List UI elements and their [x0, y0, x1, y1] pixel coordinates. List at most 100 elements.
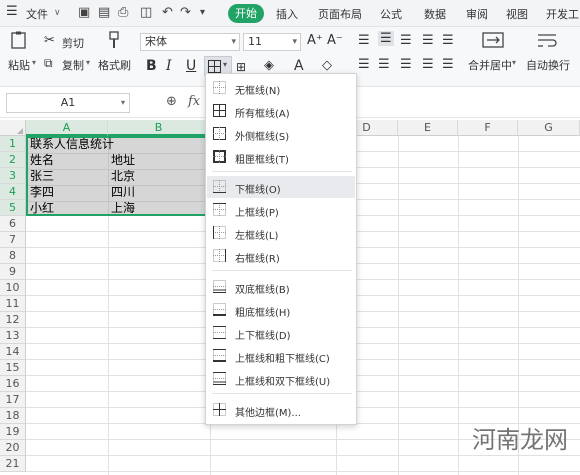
merge-dropdown-icon[interactable]: ▾ [512, 58, 516, 67]
row-header-15[interactable]: 15 [0, 360, 26, 376]
row-header-7[interactable]: 7 [0, 232, 26, 248]
cell-b3[interactable]: 北京 [111, 168, 135, 184]
align-left-icon[interactable]: ☰ [358, 57, 370, 72]
row-header-17[interactable]: 17 [0, 392, 26, 408]
tab-review[interactable]: 审阅 [466, 6, 488, 22]
row-header-14[interactable]: 14 [0, 344, 26, 360]
wrap-text-icon[interactable] [536, 31, 558, 49]
font-family-select[interactable]: 宋体 ▾ [140, 33, 240, 51]
align-justify-icon[interactable]: ☰ [422, 33, 434, 48]
column-header-b[interactable]: B [108, 120, 210, 136]
row-header-1[interactable]: 1 [0, 136, 26, 152]
align-top-icon[interactable]: ☰ [358, 33, 370, 48]
zoom-icon[interactable]: ⊕ [166, 94, 177, 109]
row-header-4[interactable]: 4 [0, 184, 26, 200]
tab-formulas[interactable]: 公式 [380, 6, 402, 22]
select-all-corner[interactable] [0, 120, 26, 136]
row-header-8[interactable]: 8 [0, 248, 26, 264]
chevron-down-icon[interactable]: ∨ [54, 8, 61, 18]
copy-button[interactable]: 复制 [62, 57, 84, 73]
copy-dropdown-icon[interactable]: ▾ [86, 58, 90, 67]
cell-b2[interactable]: 地址 [111, 152, 135, 168]
underline-icon[interactable]: U [186, 58, 196, 74]
menu-item-bottom-border[interactable]: 下框线(O) [207, 176, 355, 198]
tab-view[interactable]: 视图 [506, 6, 528, 22]
font-color-icon[interactable]: A [294, 58, 304, 74]
align-center-icon[interactable]: ☰ [378, 57, 390, 72]
italic-icon[interactable]: I [166, 58, 172, 74]
align-middle-icon[interactable]: ☰ [378, 31, 394, 46]
undo-icon[interactable]: ↶ [162, 5, 173, 20]
cell-a4[interactable]: 李四 [30, 184, 54, 200]
row-header-13[interactable]: 13 [0, 328, 26, 344]
file-menu[interactable]: 文件 [26, 6, 48, 22]
row-header-5[interactable]: 5 [0, 200, 26, 216]
menu-item-top-and-double-bottom-border[interactable]: 上框线和双下框线(U) [207, 368, 355, 390]
cell-a5[interactable]: 小红 [30, 200, 54, 216]
indent-icon[interactable]: ☰ [442, 33, 454, 48]
align-bottom-icon[interactable]: ☰ [400, 33, 412, 48]
menu-item-no-border[interactable]: 无框线(N) [207, 77, 355, 99]
menu-item-all-borders[interactable]: 所有框线(A) [207, 100, 355, 122]
wrap-text-button[interactable]: 自动换行 [526, 57, 570, 73]
name-box[interactable]: A1 ▾ [6, 93, 130, 113]
format-painter-button[interactable]: 格式刷 [98, 57, 131, 73]
menu-item-thick-bottom-border[interactable]: 粗底框线(H) [207, 299, 355, 321]
row-header-2[interactable]: 2 [0, 152, 26, 168]
menu-item-double-bottom-border[interactable]: 双底框线(B) [207, 276, 355, 298]
tab-home[interactable]: 开始 [228, 4, 264, 23]
tab-developer[interactable]: 开发工 [546, 6, 579, 22]
row-header-19[interactable]: 19 [0, 424, 26, 440]
cell-a2[interactable]: 姓名 [30, 152, 54, 168]
tab-page-layout[interactable]: 页面布局 [318, 6, 362, 22]
column-header-e[interactable]: E [398, 120, 458, 136]
merge-center-button[interactable]: 合并居中 [468, 57, 512, 73]
menu-item-right-border[interactable]: 右框线(R) [207, 245, 355, 267]
export-icon[interactable]: ▤ [98, 5, 110, 20]
increase-font-icon[interactable]: A⁺ [307, 33, 323, 48]
row-header-12[interactable]: 12 [0, 312, 26, 328]
quick-access-more-icon[interactable]: ▾ [200, 7, 205, 18]
decrease-font-icon[interactable]: A⁻ [327, 33, 343, 48]
fill-color-icon[interactable]: ◈ [264, 58, 274, 73]
merge-center-icon[interactable] [482, 31, 504, 49]
row-header-9[interactable]: 9 [0, 264, 26, 280]
fx-icon[interactable]: fx [188, 94, 200, 109]
align-right-icon[interactable]: ☰ [400, 57, 412, 72]
column-header-a[interactable]: A [26, 120, 108, 136]
menu-item-left-border[interactable]: 左框线(L) [207, 222, 355, 244]
column-header-g[interactable]: G [518, 120, 580, 136]
menu-item-top-and-bottom-border[interactable]: 上下框线(D) [207, 322, 355, 344]
cell-a1[interactable]: 联系人信息统计 [30, 136, 114, 152]
save-icon[interactable]: ▣ [78, 5, 90, 20]
row-header-20[interactable]: 20 [0, 440, 26, 456]
tab-insert[interactable]: 插入 [276, 6, 298, 22]
outdent-icon[interactable]: ☰ [442, 57, 454, 72]
menu-item-more-borders[interactable]: 其他边框(M)... [207, 399, 355, 421]
row-header-11[interactable]: 11 [0, 296, 26, 312]
clear-format-icon[interactable]: ◇ [322, 58, 332, 73]
row-header-21[interactable]: 21 [0, 456, 26, 472]
format-painter-icon[interactable] [103, 31, 125, 49]
menu-item-outside-borders[interactable]: 外侧框线(S) [207, 123, 355, 145]
cell-a3[interactable]: 张三 [30, 168, 54, 184]
fill-pattern-icon[interactable]: ⊞ [236, 60, 246, 74]
redo-icon[interactable]: ↷ [180, 5, 191, 20]
cut-button[interactable]: 剪切 [62, 35, 84, 51]
hamburger-icon[interactable]: ☰ [6, 4, 18, 19]
font-size-select[interactable]: 11 ▾ [243, 33, 301, 51]
column-header-f[interactable]: F [458, 120, 518, 136]
row-header-6[interactable]: 6 [0, 216, 26, 232]
print-icon[interactable]: ⎙ [118, 5, 128, 20]
row-header-10[interactable]: 10 [0, 280, 26, 296]
menu-item-thick-box-border[interactable]: 粗匣框线(T) [207, 146, 355, 168]
row-header-3[interactable]: 3 [0, 168, 26, 184]
distributed-icon[interactable]: ☰ [422, 57, 434, 72]
paste-icon[interactable] [8, 31, 30, 49]
cell-b4[interactable]: 四川 [111, 184, 135, 200]
cell-b5[interactable]: 上海 [111, 200, 135, 216]
bold-icon[interactable]: B [146, 58, 157, 74]
tab-data[interactable]: 数据 [424, 6, 446, 22]
menu-item-top-and-thick-bottom-border[interactable]: 上框线和粗下框线(C) [207, 345, 355, 367]
paste-dropdown-icon[interactable]: ▾ [32, 58, 36, 67]
